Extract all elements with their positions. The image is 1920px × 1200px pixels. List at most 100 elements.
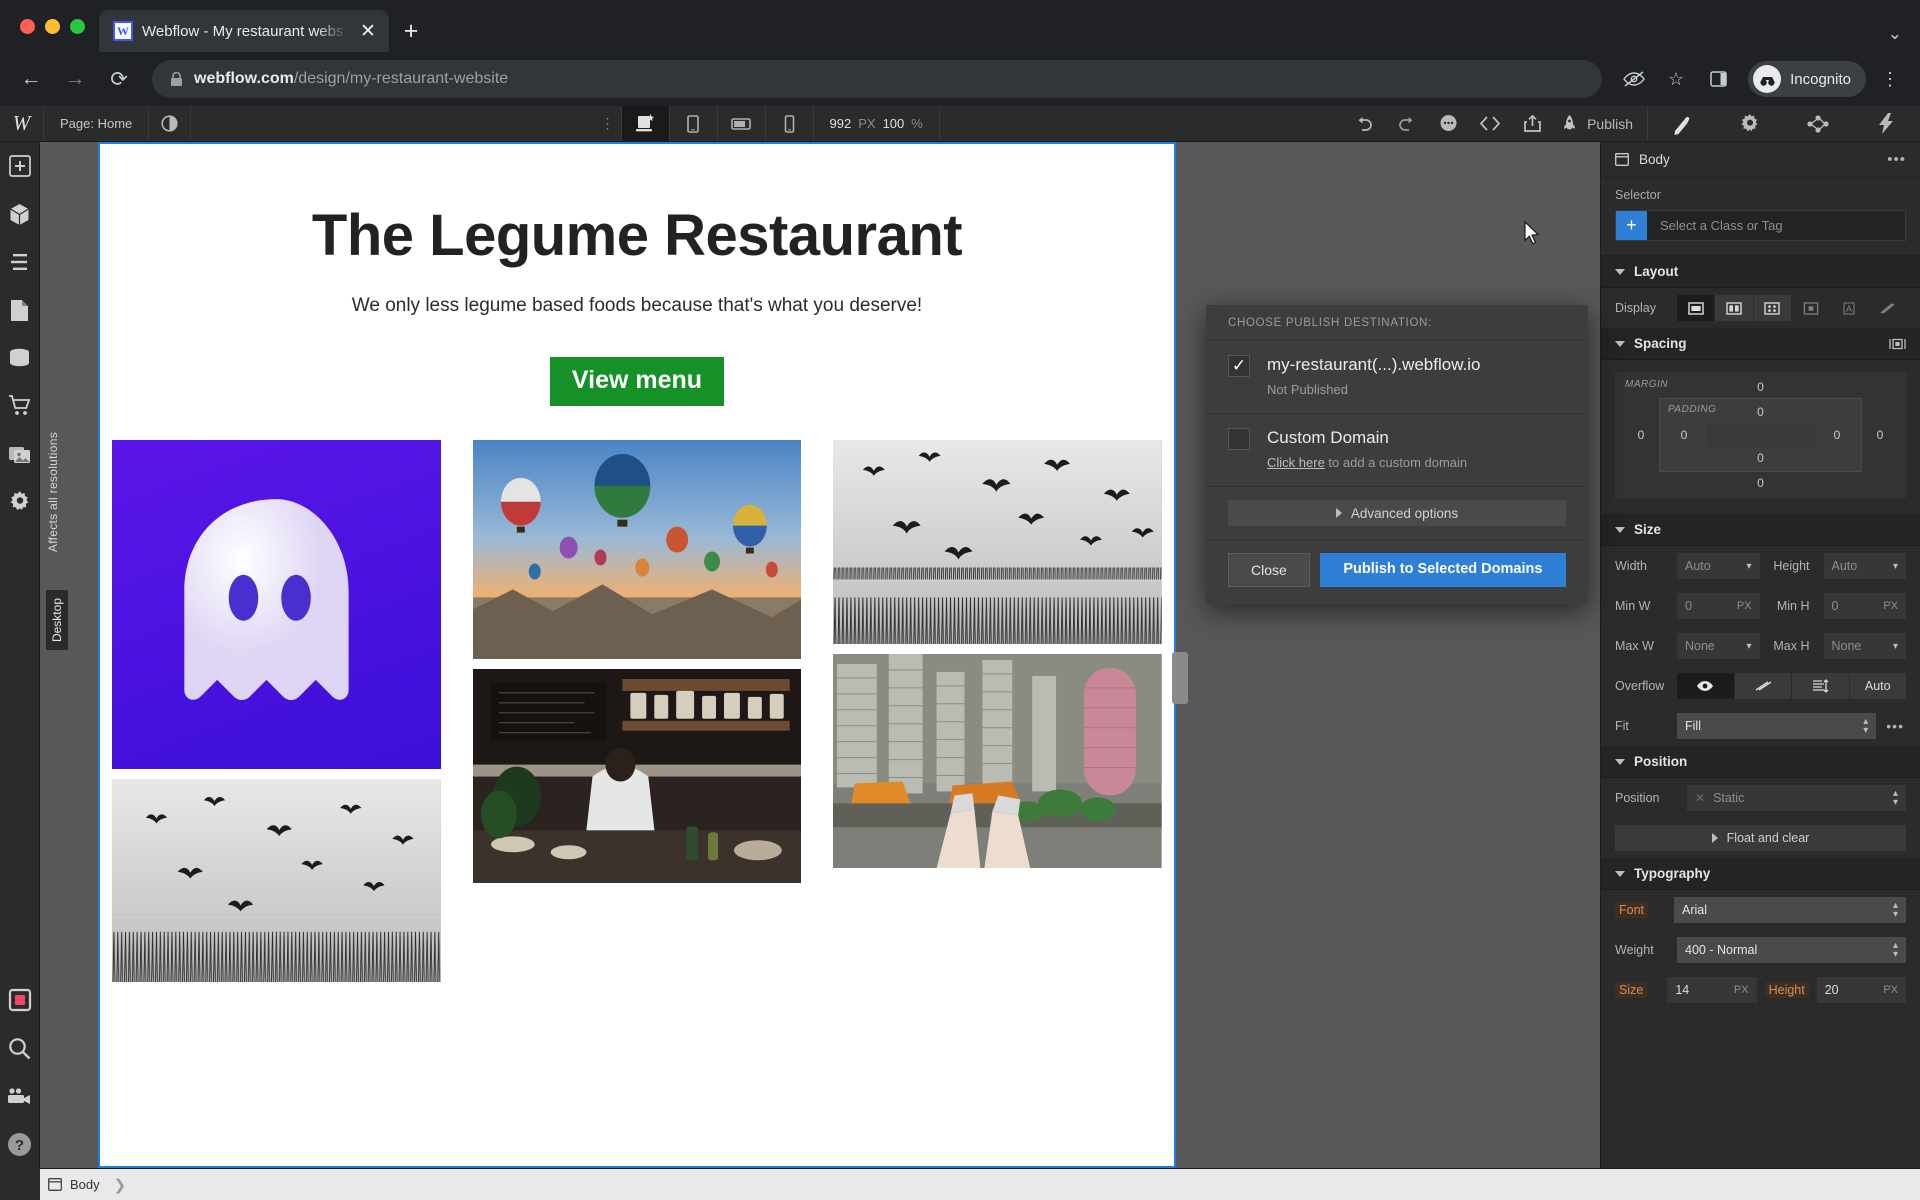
fit-select[interactable]: Fill ▴ ▾ [1677, 713, 1877, 739]
reload-icon[interactable]: ⟳ [100, 60, 138, 98]
chevron-down-icon[interactable]: ⌄ [1888, 24, 1902, 44]
font-size-input[interactable]: 14 PX [1667, 977, 1757, 1003]
address-bar[interactable]: webflow.com/design/my-restaurant-website [152, 60, 1603, 98]
browser-tab[interactable]: W Webflow - My restaurant webs ✕ [99, 10, 389, 52]
selector-input[interactable]: + Select a Class or Tag [1615, 210, 1906, 241]
add-class-icon[interactable]: + [1616, 211, 1647, 240]
publish-button[interactable]: Publish [1553, 106, 1647, 141]
custom-domain-checkbox[interactable] [1228, 428, 1250, 450]
webflow-io-checkbox[interactable]: ✓ [1228, 355, 1250, 377]
section-header-size[interactable]: Size [1601, 514, 1920, 546]
rail-item-symbols[interactable] [0, 190, 40, 238]
width-stepper-icon[interactable]: ▾ [1746, 561, 1751, 571]
advanced-options-button[interactable]: Advanced options [1228, 500, 1566, 526]
restaurant-kitchen-image[interactable] [472, 669, 802, 884]
breakpoint-mobile-landscape[interactable] [716, 106, 765, 141]
eye-off-icon[interactable] [1616, 61, 1652, 97]
overflow-scroll-button[interactable] [1792, 673, 1850, 699]
overflow-hidden-button[interactable] [1734, 673, 1792, 699]
webflow-logo-icon[interactable]: W [0, 106, 44, 141]
maxw-input[interactable]: None ▾ [1677, 633, 1760, 659]
preview-toggle-icon[interactable] [149, 106, 192, 141]
view-menu-button[interactable]: View menu [549, 357, 725, 406]
minw-input[interactable]: 0 PX [1677, 593, 1760, 619]
publish-destination-webflow-io[interactable]: ✓ my-restaurant(...).webflow.io Not Publ… [1206, 341, 1588, 414]
side-panel-icon[interactable] [1700, 61, 1736, 97]
rail-item-search[interactable] [0, 1024, 40, 1072]
undo-icon[interactable] [1343, 106, 1385, 141]
redo-icon[interactable] [1385, 106, 1427, 141]
section-header-position[interactable]: Position [1601, 746, 1920, 778]
margin-bottom-value[interactable]: 0 [1623, 476, 1898, 490]
weight-stepper-icon[interactable]: ▴ ▾ [1893, 941, 1898, 960]
publish-to-selected-domains-button[interactable]: Publish to Selected Domains [1319, 553, 1566, 587]
bookmark-star-icon[interactable]: ☆ [1658, 61, 1694, 97]
padding-left-value[interactable]: 0 [1666, 428, 1702, 442]
hot-air-balloons-image[interactable] [472, 440, 802, 660]
birds-field-image-left[interactable] [112, 778, 441, 982]
rail-item-video[interactable] [0, 1072, 40, 1120]
display-inline-button[interactable]: A [1830, 295, 1869, 321]
position-select[interactable]: ✕ Static ▴ ▾ [1687, 785, 1906, 811]
maxh-stepper-icon[interactable]: ▾ [1893, 641, 1898, 651]
rail-item-navigator[interactable] [0, 238, 40, 286]
birds-field-image-right[interactable] [833, 440, 1163, 645]
rail-item-assets[interactable] [0, 430, 40, 478]
display-block-button[interactable] [1677, 295, 1716, 321]
canvas-resize-handle[interactable] [1172, 652, 1188, 704]
fit-options-icon[interactable]: ••• [1884, 718, 1906, 734]
browser-menu-icon[interactable]: ⋮ [1872, 61, 1908, 97]
position-stepper-icon[interactable]: ▴ ▾ [1893, 789, 1898, 808]
add-custom-domain-link[interactable]: Click here [1267, 455, 1325, 470]
section-header-typography[interactable]: Typography [1601, 858, 1920, 890]
spacing-lock-icon[interactable] [1889, 337, 1906, 351]
ghost-logo-image[interactable] [112, 440, 441, 769]
tab-effects-panel[interactable] [1852, 106, 1920, 141]
height-stepper-icon[interactable]: ▾ [1893, 561, 1898, 571]
incognito-profile-chip[interactable]: Incognito [1748, 61, 1866, 97]
float-and-clear-button[interactable]: Float and clear [1615, 825, 1906, 851]
padding-bottom-value[interactable]: 0 [1666, 451, 1855, 465]
maximize-window-button[interactable] [70, 18, 85, 34]
rail-item-settings[interactable] [0, 478, 40, 526]
fit-stepper-icon[interactable]: ▴ ▾ [1863, 717, 1868, 736]
desktop-breakpoint-label[interactable]: Desktop [46, 590, 68, 651]
section-header-layout[interactable]: Layout [1601, 256, 1920, 288]
minimize-window-button[interactable] [45, 18, 60, 34]
maxh-input[interactable]: None ▾ [1823, 633, 1906, 659]
breakpoint-tablet[interactable] [668, 106, 717, 141]
viewport-size-control[interactable]: 992 PX 100 % [812, 106, 940, 141]
close-window-button[interactable] [20, 18, 35, 34]
share-icon[interactable] [1511, 106, 1553, 141]
page-selector[interactable]: Page: Home [44, 106, 150, 141]
back-icon[interactable]: ← [12, 60, 50, 98]
rail-item-ecommerce[interactable] [0, 382, 40, 430]
close-popup-button[interactable]: Close [1228, 553, 1310, 587]
display-grid-button[interactable] [1753, 295, 1792, 321]
publish-destination-custom-domain[interactable]: Custom Domain Click here to add a custom… [1206, 414, 1588, 487]
height-input[interactable]: Auto ▾ [1823, 553, 1906, 579]
breakpoint-mobile-portrait[interactable] [764, 106, 813, 141]
rail-item-pages[interactable] [0, 286, 40, 334]
display-flex-button[interactable] [1715, 295, 1754, 321]
close-tab-icon[interactable]: ✕ [357, 20, 379, 43]
element-options-icon[interactable]: ••• [1887, 151, 1906, 168]
toolbar-overflow-icon[interactable]: ⋮ [595, 106, 621, 141]
rail-item-cms[interactable] [0, 334, 40, 382]
rail-item-help[interactable]: ? [0, 1120, 40, 1168]
tab-settings-panel[interactable] [1716, 106, 1784, 141]
maxw-stepper-icon[interactable]: ▾ [1746, 641, 1751, 651]
weight-select[interactable]: 400 - Normal ▴ ▾ [1677, 937, 1906, 963]
margin-right-value[interactable]: 0 [1862, 428, 1898, 442]
breakpoint-desktop[interactable] [620, 106, 669, 141]
display-none-button[interactable] [1869, 295, 1906, 321]
site-subheading[interactable]: We only less legume based foods because … [100, 295, 1174, 317]
width-input[interactable]: Auto ▾ [1677, 553, 1760, 579]
tab-style-panel[interactable] [1648, 106, 1716, 141]
minh-input[interactable]: 0 PX [1823, 593, 1906, 619]
tab-interactions-panel[interactable] [1784, 106, 1852, 141]
font-select[interactable]: Arial ▴ ▾ [1674, 897, 1906, 923]
rail-item-audit[interactable] [0, 976, 40, 1024]
font-stepper-icon[interactable]: ▴ ▾ [1893, 901, 1898, 920]
rooftop-feet-image[interactable] [833, 654, 1163, 869]
